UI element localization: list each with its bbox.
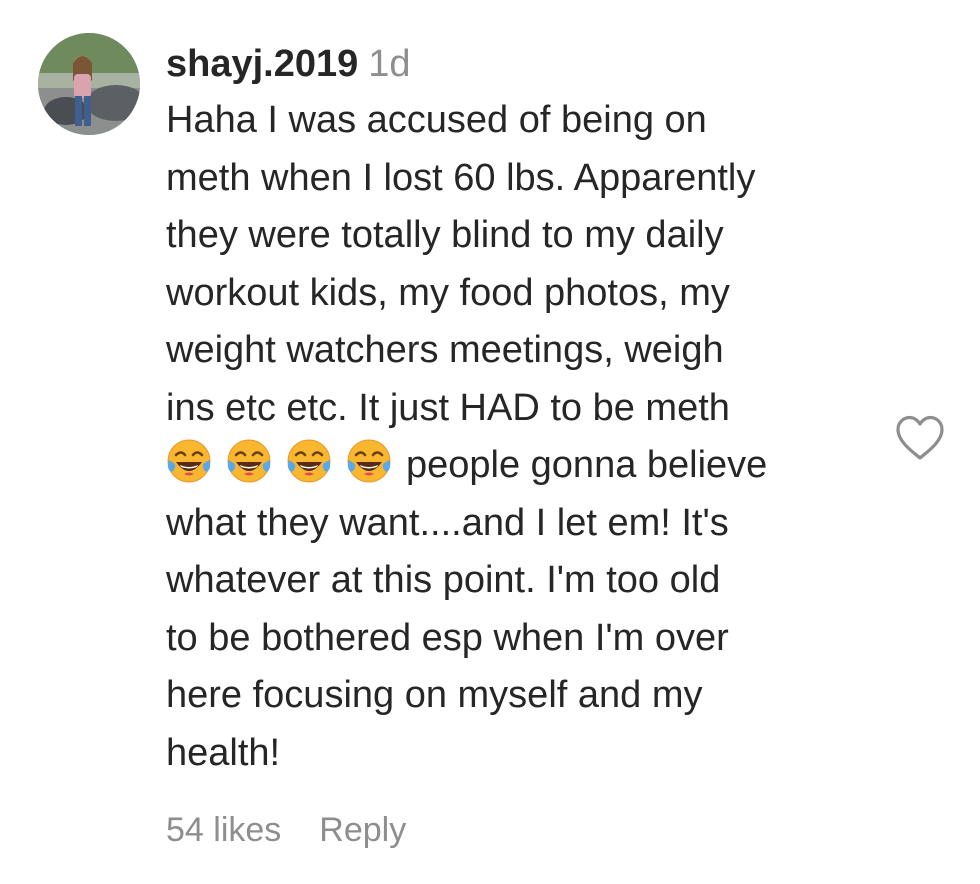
avatar[interactable] — [38, 33, 140, 135]
face-with-tears-of-joy-emoji — [346, 438, 392, 484]
comment-text-line: what they want....and I let em! It's — [166, 501, 729, 544]
comment-text: Haha I was accused of being on meth when… — [166, 92, 866, 782]
timestamp[interactable]: 1d — [368, 43, 410, 85]
comment-text-line: whatever at this point. I'm too old — [166, 559, 721, 601]
comment-text-line: meth when I lost 60 lbs. Apparently — [166, 156, 756, 199]
comment-header: shayj.2019 1d — [166, 36, 866, 92]
comment-text-line: health! — [166, 731, 281, 774]
reply-button[interactable]: Reply — [319, 811, 406, 849]
comment-text-line: Haha I was accused of being on — [166, 99, 707, 141]
comment: shayj.2019 1d Haha I was accused of being… — [0, 0, 980, 884]
comment-text-fragment: people gonna believe — [406, 444, 768, 486]
face-with-tears-of-joy-emoji — [286, 438, 332, 484]
heart-outline-icon[interactable] — [894, 414, 946, 462]
username-link[interactable]: shayj.2019 — [166, 43, 358, 85]
comment-text-line: weight watchers meetings, weigh — [166, 329, 724, 371]
comment-text-line: ins etc etc. It just HAD to be meth — [166, 386, 730, 429]
likes-count-button[interactable]: 54 likes — [166, 811, 281, 849]
comment-text-line-with-emoji: people gonna believe — [166, 437, 866, 495]
comment-footer: 54 likes Reply — [166, 808, 406, 852]
face-with-tears-of-joy-emoji — [166, 438, 212, 484]
face-with-tears-of-joy-emoji — [226, 438, 272, 484]
comment-text-line: workout kids, my food photos, my — [166, 271, 730, 314]
comment-body: shayj.2019 1d Haha I was accused of being… — [166, 36, 866, 782]
comment-text-line: here focusing on myself and my — [166, 674, 703, 716]
comment-text-line: they were totally blind to my daily — [166, 214, 724, 256]
comment-text-line: to be bothered esp when I'm over — [166, 616, 729, 659]
